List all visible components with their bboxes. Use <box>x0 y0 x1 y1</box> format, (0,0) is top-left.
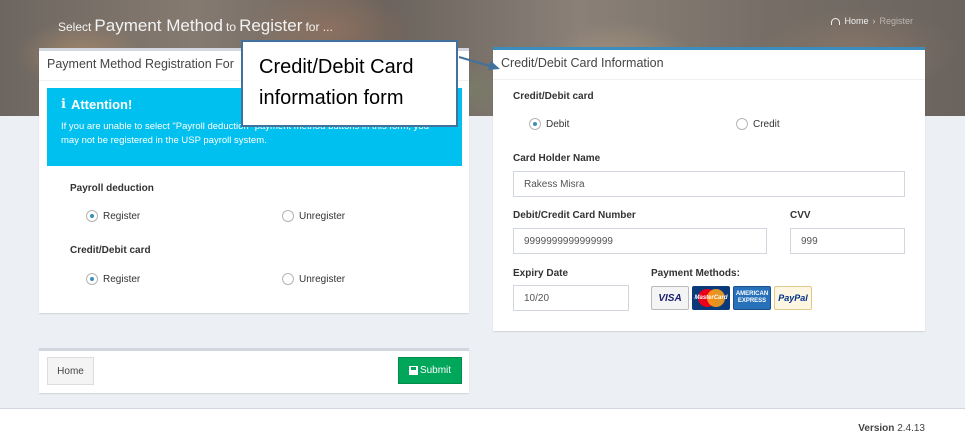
breadcrumb-separator: › <box>872 16 876 26</box>
dashboard-icon <box>831 17 841 25</box>
expiry-date-label: Expiry Date <box>513 268 569 279</box>
submit-button[interactable]: Submit <box>398 357 462 384</box>
annotation-callout-box: Credit/Debit Card information form <box>241 40 458 127</box>
radio-label: Register <box>103 210 141 222</box>
radio-label: Unregister <box>299 273 346 285</box>
american-express-icon: AMERICAN EXPRESS <box>733 286 771 310</box>
info-icon: i <box>61 97 66 112</box>
radio-indicator[interactable] <box>736 118 748 130</box>
home-button[interactable]: Home <box>47 357 94 385</box>
breadcrumb-home[interactable]: Home <box>844 16 868 26</box>
payroll-deduction-label: Payroll deduction <box>70 183 154 194</box>
credit-radio[interactable]: Credit <box>736 118 780 130</box>
expiry-date-input[interactable]: 10/20 <box>513 285 629 311</box>
cvv-label: CVV <box>790 210 811 221</box>
payroll-unregister-radio[interactable]: Unregister <box>282 210 345 222</box>
annotation-line-2: information form <box>259 87 404 109</box>
card-type-label: Credit/Debit card <box>513 91 594 102</box>
radio-label: Debit <box>546 118 570 130</box>
payment-methods-label: Payment Methods: <box>651 268 740 279</box>
radio-label: Credit <box>753 118 780 130</box>
version-info: Version 2.4.13 <box>858 423 925 434</box>
callout-title: Attention! <box>70 97 133 112</box>
card-registration-label: Credit/Debit card <box>70 245 151 256</box>
title-register: Register <box>239 16 303 35</box>
title-payment-method: Payment Method <box>94 16 223 35</box>
page-title: Select Payment Method to Register for ..… <box>58 16 333 36</box>
breadcrumb: Home › Register <box>831 16 913 26</box>
title-to: to <box>226 20 237 34</box>
payment-methods-logos: VISA MasterCard AMERICAN EXPRESS PayPal <box>651 286 812 310</box>
radio-indicator[interactable] <box>282 210 294 222</box>
annotation-line-1: Credit/Debit Card <box>259 56 414 78</box>
mastercard-icon: MasterCard <box>692 286 730 310</box>
cvv-input[interactable]: 999 <box>790 228 905 254</box>
radio-indicator[interactable] <box>86 273 98 285</box>
main-footer: Version 2.4.13 <box>0 408 965 443</box>
debit-radio[interactable]: Debit <box>529 118 569 130</box>
paypal-icon: PayPal <box>774 286 812 310</box>
card-number-input[interactable]: 9999999999999999 <box>513 228 767 254</box>
card-register-radio[interactable]: Register <box>86 273 140 285</box>
version-label: Version <box>858 423 895 434</box>
version-number: 2.4.13 <box>897 423 925 434</box>
radio-label: Register <box>103 273 141 285</box>
card-holder-label: Card Holder Name <box>513 153 601 164</box>
panel-title: Credit/Debit Card Information <box>493 50 925 80</box>
save-icon <box>408 366 418 375</box>
radio-indicator[interactable] <box>282 273 294 285</box>
radio-indicator[interactable] <box>86 210 98 222</box>
card-unregister-radio[interactable]: Unregister <box>282 273 345 285</box>
radio-label: Unregister <box>299 210 346 222</box>
title-for: for ... <box>305 20 333 34</box>
card-holder-input[interactable]: Rakess Misra <box>513 171 905 197</box>
payroll-register-radio[interactable]: Register <box>86 210 140 222</box>
card-number-label: Debit/Credit Card Number <box>513 210 636 221</box>
visa-icon: VISA <box>651 286 689 310</box>
mastercard-label: MasterCard <box>694 295 728 301</box>
radio-indicator[interactable] <box>529 118 541 130</box>
submit-label: Submit <box>419 365 452 376</box>
title-select: Select <box>58 20 92 34</box>
breadcrumb-current: Register <box>879 16 913 26</box>
